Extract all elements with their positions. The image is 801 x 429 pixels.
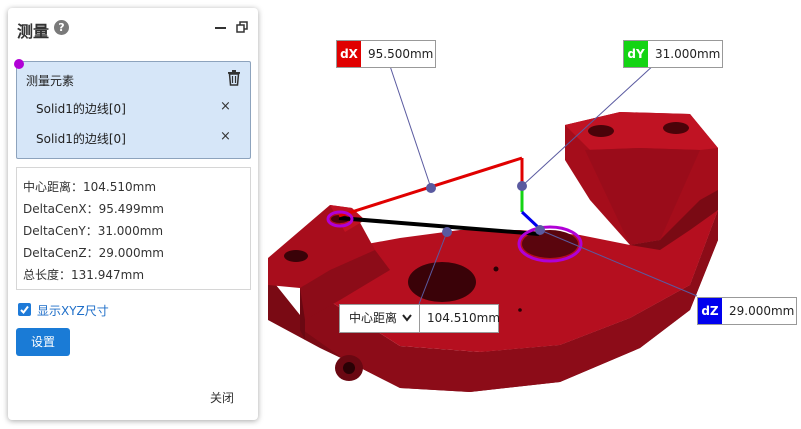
dz-key: dZ	[698, 298, 722, 324]
panel-title: 测量	[17, 22, 50, 41]
delta-cen-x: DeltaCenX：95.499mm	[23, 202, 164, 216]
dz-value: 29.000mm	[729, 304, 795, 318]
close-icon[interactable]: ×	[220, 129, 231, 144]
element-item[interactable]: Solid1的边线[0]	[36, 130, 126, 147]
distance-mode-label: 中心距离	[349, 311, 398, 325]
red-part-model[interactable]	[268, 112, 718, 392]
distance-mode-select[interactable]: 中心距离	[339, 304, 420, 333]
total-length: 总长度：131.947mm	[23, 268, 145, 282]
selection-marker	[14, 59, 24, 69]
delta-cen-y: DeltaCenY：31.000mm	[23, 224, 164, 238]
measure-results: 中心距离：104.510mm DeltaCenX：95.499mm DeltaC…	[16, 167, 251, 290]
measure-elements-list: 测量元素 Solid1的边线[0] × Solid1的边线[0] ×	[14, 59, 251, 159]
element-item[interactable]: Solid1的边线[0]	[36, 100, 126, 117]
dx-key: dX	[337, 41, 361, 67]
dy-value: 31.000mm	[655, 47, 721, 61]
close-button[interactable]: 关闭	[210, 389, 234, 406]
measure-panel: 测量 ? 测量元素 Solid1的边线[0] × Solid1的边线[0] × …	[8, 8, 258, 420]
help-icon[interactable]: ?	[54, 20, 69, 35]
dy-key: dY	[624, 41, 648, 67]
settings-button[interactable]: 设置	[16, 328, 70, 356]
close-icon[interactable]: ×	[220, 99, 231, 114]
center-distance: 中心距离：104.510mm	[23, 180, 157, 194]
dz-label: dZ 29.000mm	[697, 297, 797, 325]
show-xyz-checkbox[interactable]	[18, 303, 31, 316]
show-xyz-label[interactable]: 显示XYZ尺寸	[37, 302, 109, 319]
distance-value: 104.510mm	[427, 311, 501, 325]
dy-label: dY 31.000mm	[623, 40, 723, 68]
dx-label: dX 95.500mm	[336, 40, 436, 68]
restore-icon[interactable]	[236, 21, 249, 34]
delta-cen-z: DeltaCenZ：29.000mm	[23, 246, 164, 260]
minimize-icon[interactable]	[215, 20, 227, 34]
check-icon	[20, 305, 29, 315]
dx-value: 95.500mm	[368, 47, 434, 61]
distance-value-box: 104.510mm	[419, 304, 501, 333]
trash-icon[interactable]	[227, 70, 241, 86]
elements-title: 测量元素	[26, 74, 75, 88]
chevron-down-icon	[402, 314, 412, 322]
